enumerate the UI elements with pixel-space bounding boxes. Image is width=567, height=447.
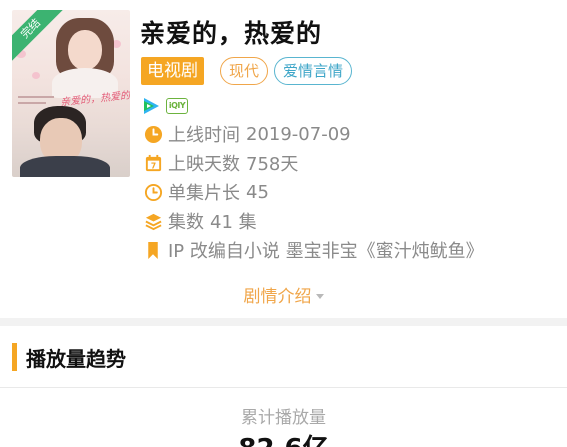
plot-summary-label[interactable]: 剧情介绍 [244, 287, 312, 307]
duration-row: 单集片长 45 [143, 180, 269, 204]
layers-icon [143, 211, 163, 231]
section-title: 播放量趋势 [26, 347, 126, 371]
ip-source-row: IP 改编自小说 墨宝非宝《蜜汁炖鱿鱼》 [143, 238, 484, 262]
chevron-down-icon[interactable] [315, 294, 324, 299]
section-accent-bar [12, 343, 17, 371]
total-views-value: 82.6亿 [0, 428, 567, 447]
episodes-value: 41 集 [210, 212, 257, 233]
clock-icon [143, 124, 163, 144]
category-tag: 电视剧 [141, 57, 204, 85]
release-label: 上线时间 [168, 125, 240, 146]
genre-tag-romance[interactable]: 爱情言情 [274, 57, 353, 85]
days-label: 上映天数 [168, 154, 240, 175]
svg-text:7: 7 [150, 161, 155, 170]
duration-value: 45 [246, 181, 269, 203]
plot-summary-toggle[interactable]: 剧情介绍 [0, 282, 567, 307]
bookmark-icon [143, 240, 163, 260]
drama-info-card: 亲爱的，热爱的 完结 亲爱的，热爱的 电视剧 现代 爱情言情 iQIY 上线时间… [0, 0, 567, 318]
tencent-video-icon[interactable] [141, 96, 161, 116]
drama-title: 亲爱的，热爱的 [140, 19, 323, 48]
duration-label: 单集片长 [168, 183, 240, 204]
episodes-row: 集数 41 集 [143, 209, 257, 233]
poster-image[interactable]: 亲爱的，热爱的 完结 [12, 10, 130, 177]
release-date-row: 上线时间 2019-07-09 [143, 122, 351, 146]
section-header: 播放量趋势 [0, 326, 567, 388]
calendar-icon: 7 [143, 153, 163, 173]
release-value: 2019-07-09 [246, 123, 351, 145]
iqiyi-icon[interactable]: iQIY [166, 98, 188, 114]
section-divider [0, 318, 567, 326]
episodes-label: 集数 [168, 212, 204, 233]
total-views-label: 累计播放量 [241, 408, 326, 428]
days-row: 7 上映天数 758天 [143, 151, 298, 175]
timer-icon [143, 182, 163, 202]
ip-source-text: IP 改编自小说 墨宝非宝《蜜汁炖鱿鱼》 [168, 241, 484, 262]
genre-tag-modern[interactable]: 现代 [220, 57, 269, 85]
days-value: 758天 [246, 154, 299, 175]
